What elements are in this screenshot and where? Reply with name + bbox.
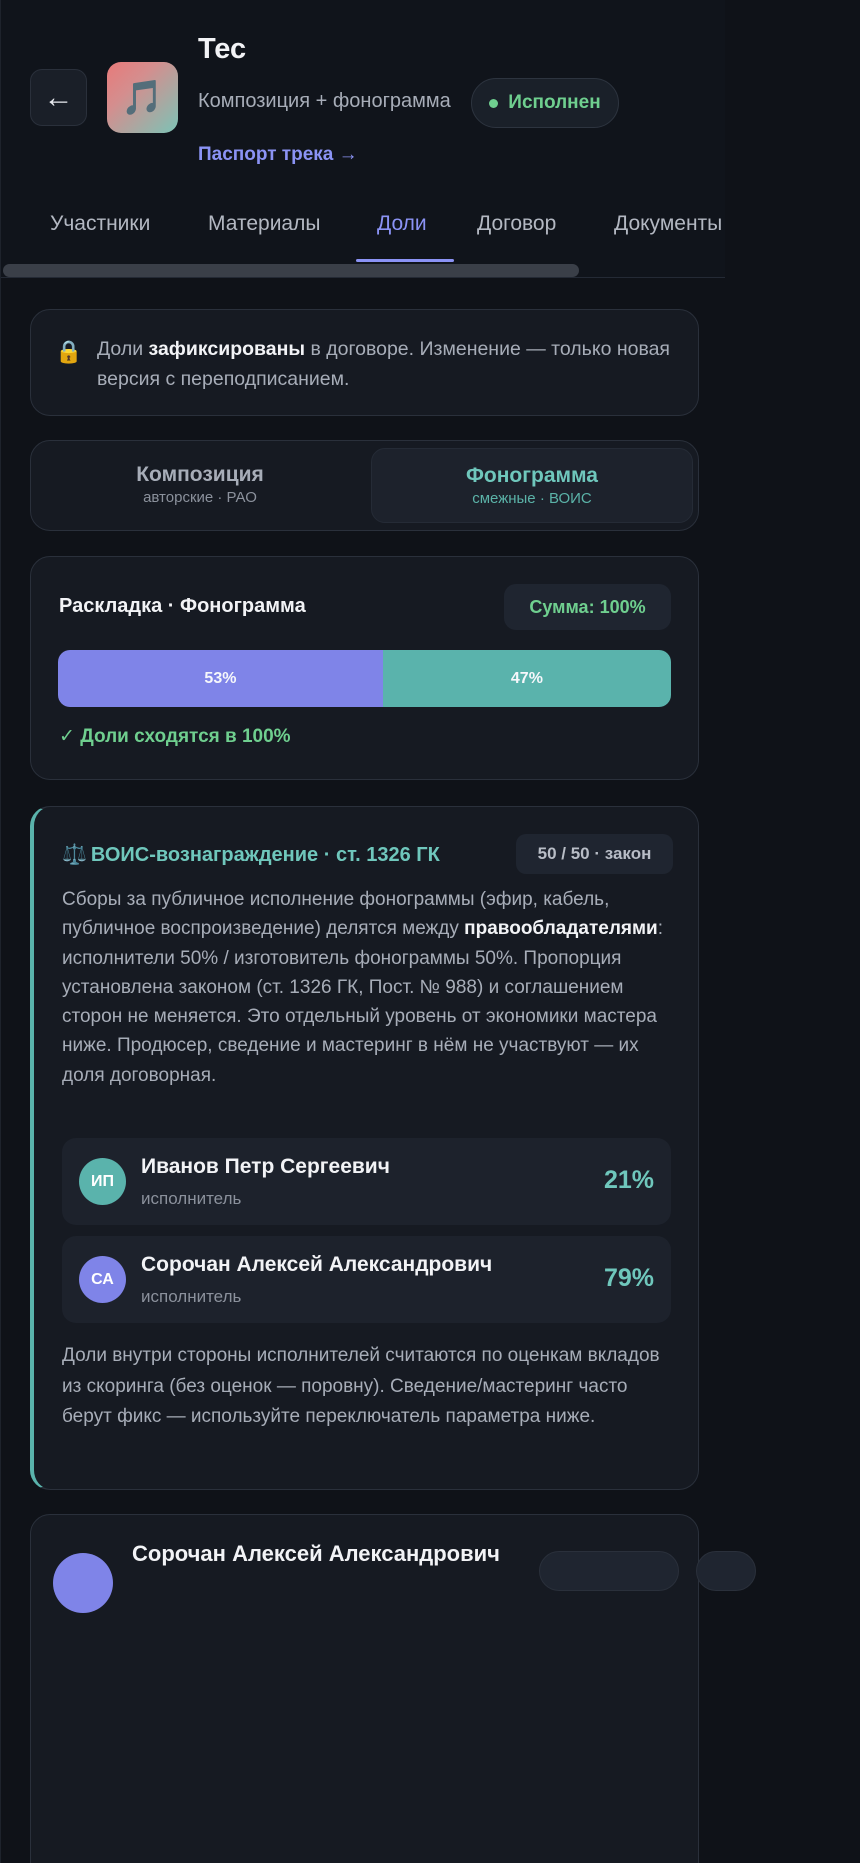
split-segment-2: 47% <box>382 650 671 707</box>
performer-share: 79% <box>603 1264 654 1292</box>
lock-notice: 🔒 Доли зафиксированы в договоре. Изменен… <box>30 309 699 416</box>
split-check-status: ✓ Доли сходятся в 100% <box>59 726 291 747</box>
tab-contract[interactable]: Договор <box>477 212 556 236</box>
lock-text-bold: зафиксированы <box>148 338 306 360</box>
vois-card: ⚖️ ВОИС-вознаграждение · ст. 1326 ГК 50 /… <box>30 806 699 1490</box>
performer-role: исполнитель <box>141 1287 242 1306</box>
status-dot-icon <box>489 98 499 108</box>
lock-text-prefix: Доли <box>97 338 149 360</box>
tabs-scrollbar[interactable] <box>3 264 579 277</box>
vois-footnote: Доли внутри стороны исполнителей считают… <box>62 1345 660 1428</box>
tab-bar: Участники Материалы Доли Договор Докумен… <box>1 200 725 264</box>
track-passport-link[interactable]: Паспорт трека → <box>198 144 358 166</box>
tab-shares[interactable]: Доли <box>377 212 427 236</box>
back-button[interactable]: ← <box>30 69 87 126</box>
avatar: СА <box>79 1256 126 1303</box>
split-bar: 53% 47% <box>58 650 671 707</box>
toggle-phonogram[interactable]: Фонограмма смежные · ВОИС <box>371 448 693 523</box>
avatar: ИП <box>79 1158 126 1205</box>
rights-type-toggle: Композиция авторские · РАО Фонограмма см… <box>30 440 699 531</box>
performer-name: Иванов Петр Сергеевич <box>141 1155 390 1178</box>
sum-badge: Сумма: 100% <box>504 584 671 630</box>
vois-description: Сборы за публичное исполнение фонограммы… <box>62 885 668 1090</box>
vois-text-after: : исполнители 50% / изготовитель фоногра… <box>62 918 664 1086</box>
toggle-composition-sub: авторские · РАО <box>143 489 257 506</box>
toggle-phonogram-sub: смежные · ВОИС <box>472 490 592 507</box>
tab-materials[interactable]: Материалы <box>208 212 320 236</box>
tab-participants[interactable]: Участники <box>50 212 150 236</box>
toggle-composition[interactable]: Композиция авторские · РАО <box>39 448 361 523</box>
toggle-phonogram-title: Фонограмма <box>466 464 598 487</box>
arrow-left-icon: ← <box>43 80 74 114</box>
participant-pill[interactable] <box>539 1551 679 1591</box>
tab-documents[interactable]: Документы <box>614 212 722 236</box>
participant-pill[interactable] <box>696 1551 756 1591</box>
vois-title-text: ВОИС-вознаграждение · ст. 1326 ГК <box>90 844 440 866</box>
split-title: Раскладка · Фонограмма <box>59 595 306 617</box>
track-cover: 🎵 <box>107 62 178 133</box>
participant-card[interactable]: Сорочан Алексей Александрович <box>30 1514 756 1863</box>
status-badge: Исполнен <box>471 78 619 128</box>
performer-name: Сорочан Алексей Александрович <box>141 1253 493 1276</box>
performer-share: 21% <box>603 1166 654 1194</box>
lock-notice-text: Доли зафиксированы в договоре. Изменение… <box>97 334 677 394</box>
scales-icon: ⚖️ <box>62 844 87 866</box>
music-note-icon: 🎵 <box>121 78 164 117</box>
vois-title: ⚖️ ВОИС-вознаграждение · ст. 1326 ГК <box>62 842 440 867</box>
split-card: Раскладка · Фонограмма Сумма: 100% 53% 4… <box>30 556 699 780</box>
active-tab-indicator <box>356 259 454 262</box>
track-type: Композиция + фонограмма <box>198 90 451 112</box>
law-badge: 50 / 50 · закон <box>516 834 673 874</box>
performer-row[interactable]: ИП Иванов Петр Сергеевич исполнитель 21% <box>62 1138 671 1225</box>
toggle-composition-title: Композиция <box>136 463 264 486</box>
status-label: Исполнен <box>508 92 601 113</box>
track-title: Тес <box>198 33 247 65</box>
split-segment-1: 53% <box>58 650 383 707</box>
vois-text-bold: правообладателями <box>464 918 658 940</box>
app-frame: ← 🎵 Тес Композиция + фонограмма Исполнен… <box>0 0 756 1863</box>
participant-name: Сорочан Алексей Александрович <box>132 1541 500 1566</box>
lock-icon: 🔒 <box>55 339 83 364</box>
performer-row[interactable]: СА Сорочан Алексей Александрович исполни… <box>62 1236 671 1323</box>
track-header: ← 🎵 Тес Композиция + фонограмма Исполнен… <box>1 0 725 278</box>
performer-role: исполнитель <box>141 1189 242 1208</box>
avatar <box>53 1553 113 1613</box>
